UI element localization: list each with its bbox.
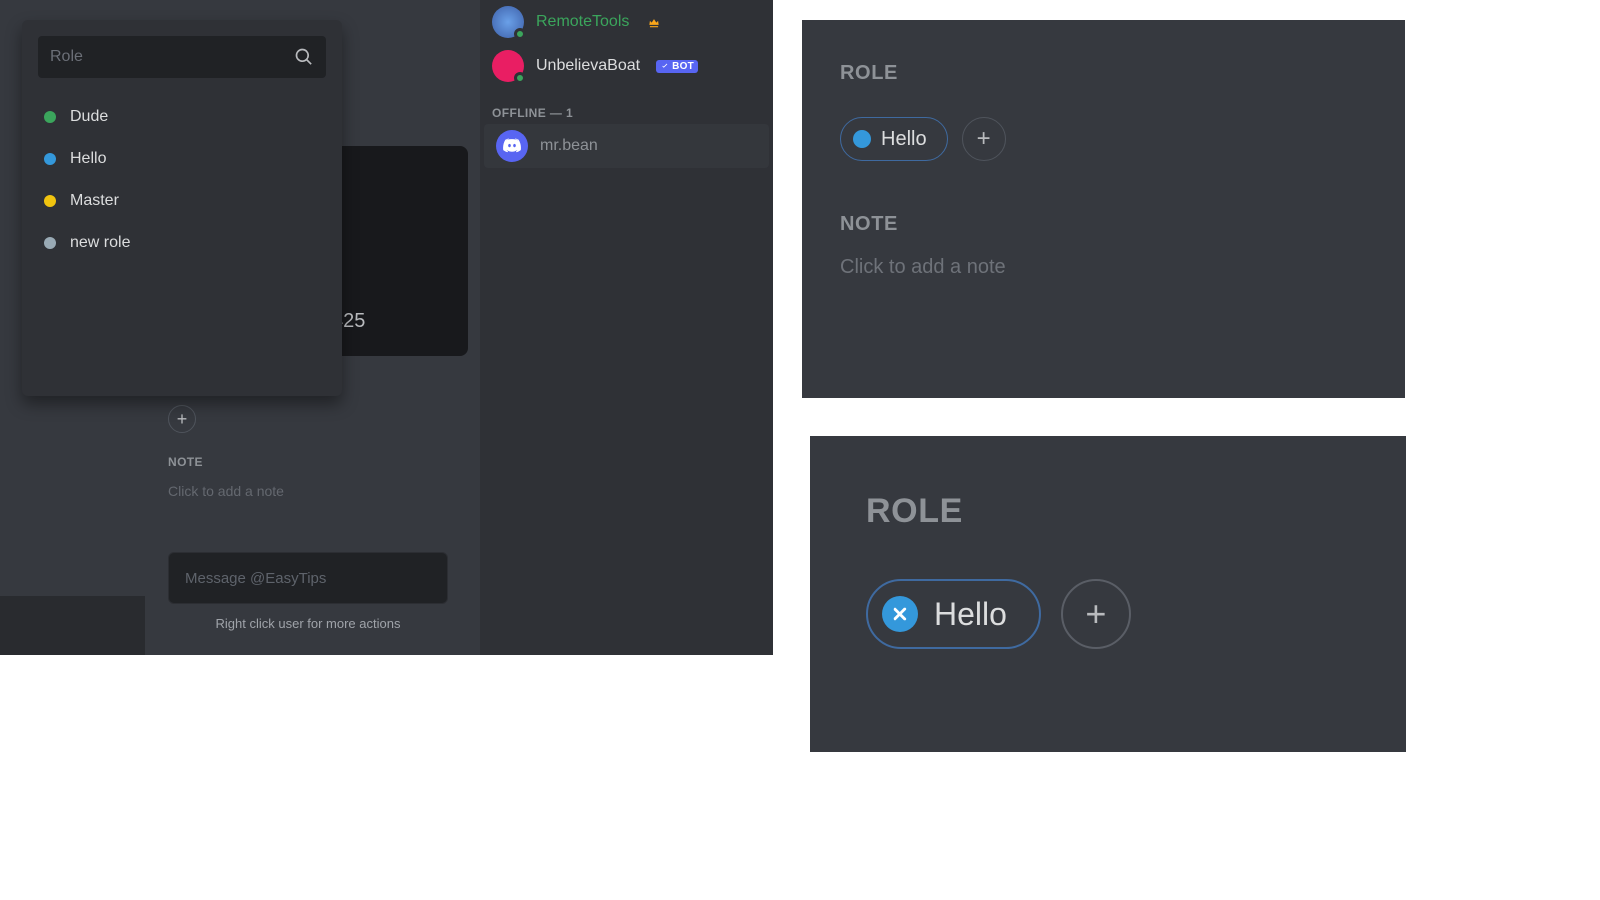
note-heading: NOTE bbox=[840, 213, 1367, 236]
role-color-dot bbox=[44, 237, 56, 249]
message-placeholder: Message @EasyTips bbox=[185, 570, 326, 587]
note-placeholder[interactable]: Click to add a note bbox=[840, 256, 1367, 279]
role-panel-hover-zoom: ROLE Hello + bbox=[810, 436, 1406, 752]
role-option-hello[interactable]: Hello bbox=[38, 138, 326, 180]
member-list: RemoteTools UnbelievaBoat BOT OFFLINE — … bbox=[480, 0, 773, 655]
member-name: UnbelievaBoat bbox=[536, 57, 640, 75]
verified-check-icon bbox=[660, 61, 670, 71]
role-search-field[interactable] bbox=[38, 36, 326, 78]
remove-role-button[interactable] bbox=[882, 596, 918, 632]
role-option-dude[interactable]: Dude bbox=[38, 96, 326, 138]
member-row-mrbean[interactable]: mr.bean bbox=[484, 124, 769, 168]
member-name: mr.bean bbox=[540, 137, 598, 155]
status-online-icon bbox=[514, 28, 526, 40]
server-owner-crown-icon bbox=[647, 15, 661, 29]
discord-main-area: RemoteTools UnbelievaBoat BOT OFFLINE — … bbox=[0, 0, 773, 655]
status-online-icon bbox=[514, 72, 526, 84]
role-search-popover: Dude Hello Master new role bbox=[22, 20, 342, 396]
role-color-dot bbox=[44, 153, 56, 165]
role-color-dot bbox=[853, 130, 871, 148]
add-role-button[interactable]: + bbox=[1061, 579, 1131, 649]
plus-icon: + bbox=[977, 125, 991, 153]
member-row-remotetools[interactable]: RemoteTools bbox=[480, 0, 773, 44]
close-icon bbox=[890, 604, 910, 624]
role-chip-label: Hello bbox=[881, 128, 927, 151]
discord-logo-icon bbox=[502, 136, 522, 156]
role-option-master[interactable]: Master bbox=[38, 180, 326, 222]
offline-section-header: OFFLINE — 1 bbox=[480, 88, 773, 124]
role-name: Master bbox=[70, 192, 119, 210]
role-panel-normal: ROLE Hello + NOTE Click to add a note bbox=[802, 20, 1405, 398]
member-name: RemoteTools bbox=[536, 13, 629, 31]
note-placeholder[interactable]: Click to add a note bbox=[168, 483, 468, 499]
role-option-new-role[interactable]: new role bbox=[38, 222, 326, 264]
role-name: Dude bbox=[70, 108, 108, 126]
role-heading: ROLE bbox=[866, 492, 1350, 531]
role-name: Hello bbox=[70, 150, 106, 168]
role-list: Dude Hello Master new role bbox=[38, 96, 326, 264]
role-chip-hello[interactable]: Hello bbox=[866, 579, 1041, 649]
role-chip-row: Hello + bbox=[840, 117, 1367, 161]
avatar bbox=[496, 130, 528, 162]
avatar bbox=[492, 50, 524, 82]
message-input[interactable]: Message @EasyTips bbox=[168, 552, 448, 604]
role-chip-label: Hello bbox=[934, 596, 1007, 633]
note-section: NOTE Click to add a note bbox=[168, 455, 468, 499]
role-color-dot bbox=[44, 111, 56, 123]
role-chip-hello[interactable]: Hello bbox=[840, 117, 948, 161]
member-row-unbelievaboat[interactable]: UnbelievaBoat BOT bbox=[480, 44, 773, 88]
plus-icon: + bbox=[177, 409, 188, 430]
context-hint: Right click user for more actions bbox=[168, 616, 448, 631]
role-heading: ROLE bbox=[840, 62, 1367, 85]
add-role-button[interactable]: + bbox=[168, 405, 196, 433]
role-search-input[interactable] bbox=[50, 48, 294, 66]
note-heading: NOTE bbox=[168, 455, 468, 469]
add-role-button[interactable]: + bbox=[962, 117, 1006, 161]
bot-badge: BOT bbox=[656, 60, 698, 73]
role-name: new role bbox=[70, 234, 130, 252]
role-color-dot bbox=[44, 195, 56, 207]
plus-icon: + bbox=[1085, 593, 1106, 635]
user-panel-strip bbox=[0, 596, 145, 655]
search-icon bbox=[294, 47, 314, 67]
avatar bbox=[492, 6, 524, 38]
role-chip-row: Hello + bbox=[866, 579, 1350, 649]
